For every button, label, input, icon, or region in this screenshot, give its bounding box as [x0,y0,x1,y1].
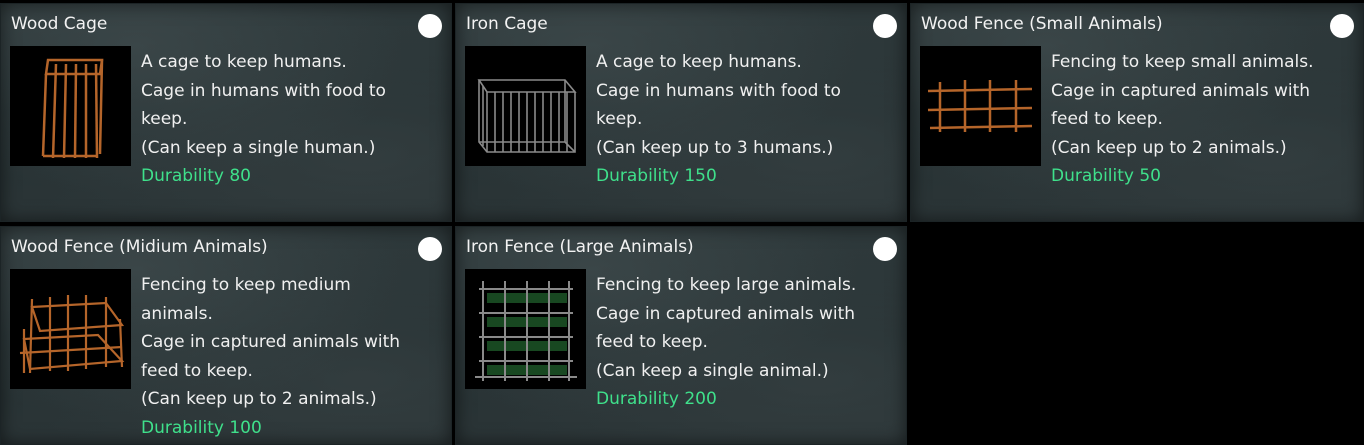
description-line: (Can keep up to 3 humans.) [596,137,834,158]
wood-fence-medium-icon [10,269,131,389]
item-card-wood-fence-medium[interactable]: Wood Fence (Midium Animals) Fencing to k… [0,226,452,445]
select-indicator-icon[interactable] [418,14,442,38]
item-title: Wood Fence (Small Animals) [921,14,1163,34]
description-line: Cage in humans with food to [141,80,386,101]
description-line: keep. [141,109,188,130]
wood-cage-icon [10,46,131,166]
description-line: Cage in captured animals with [596,303,856,324]
item-description: Fencing to keep small animals. Cage in c… [1051,48,1314,191]
select-indicator-icon[interactable] [418,237,442,261]
description-line: Cage in captured animals with [141,332,401,353]
item-title: Iron Fence (Large Animals) [466,237,694,257]
iron-cage-icon [465,46,586,166]
description-line: Fencing to keep small animals. [1051,52,1314,72]
item-card-iron-fence-large[interactable]: Iron Fence (Large Animals) Fencing to ke… [455,226,907,445]
durability-value: Durability 50 [1051,166,1161,187]
description-line: A cage to keep humans. [141,52,347,72]
item-description: A cage to keep humans. Cage in humans wi… [596,48,841,191]
description-line: (Can keep up to 2 animals.) [1051,137,1287,158]
item-title: Wood Cage [11,14,108,34]
item-card-wood-fence-small[interactable]: Wood Fence (Small Animals) Fencing to ke… [910,3,1364,222]
item-description: A cage to keep humans. Cage in humans wi… [141,48,386,191]
description-line: Fencing to keep medium [141,275,351,295]
item-card-wood-cage[interactable]: Wood Cage A cage to keep humans. Cage in… [0,3,452,222]
description-line: A cage to keep humans. [596,52,802,72]
item-title: Iron Cage [466,14,548,34]
description-line: Fencing to keep large animals. [596,275,857,295]
select-indicator-icon[interactable] [1330,14,1354,38]
durability-value: Durability 80 [141,166,251,187]
description-line: (Can keep up to 2 animals.) [141,389,377,410]
item-card-iron-cage[interactable]: Iron Cage A cage to keep humans. Cage in… [455,3,907,222]
durability-value: Durability 200 [596,389,717,410]
description-line: animals. [141,303,213,324]
description-line: feed to keep. [596,332,708,353]
iron-fence-large-icon [465,269,586,389]
item-description: Fencing to keep large animals. Cage in c… [596,271,856,414]
wood-fence-small-icon [920,46,1041,166]
description-line: (Can keep a single animal.) [596,360,829,381]
durability-value: Durability 100 [141,417,262,438]
description-line: feed to keep. [141,360,253,381]
item-title: Wood Fence (Midium Animals) [11,237,268,257]
description-line: feed to keep. [1051,109,1163,130]
description-line: (Can keep a single human.) [141,137,376,158]
durability-value: Durability 150 [596,166,717,187]
item-description: Fencing to keep medium animals. Cage in … [141,271,400,443]
select-indicator-icon[interactable] [873,14,897,38]
description-line: Cage in humans with food to [596,80,841,101]
select-indicator-icon[interactable] [873,237,897,261]
description-line: keep. [596,109,643,130]
description-line: Cage in captured animals with [1051,80,1311,101]
